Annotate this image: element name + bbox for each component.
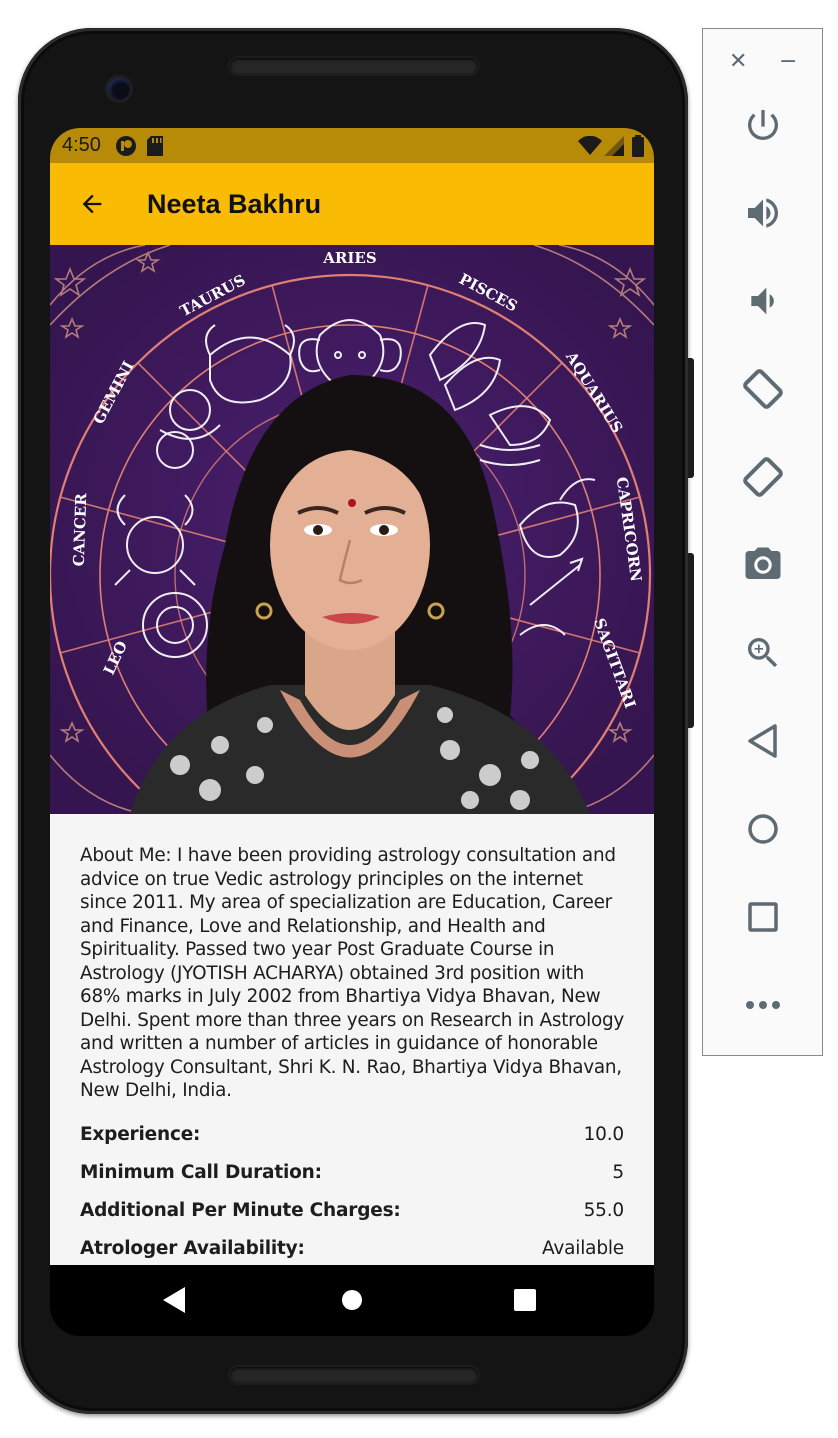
zodiac-label: CANCER	[70, 492, 91, 566]
bottom-speaker	[230, 1367, 478, 1383]
more-icon	[746, 1001, 780, 1009]
signal-icon	[604, 135, 624, 156]
home-icon	[748, 814, 778, 844]
wifi-icon	[578, 135, 602, 156]
front-camera	[108, 78, 130, 100]
top-speaker	[230, 58, 478, 74]
page-title: Neeta Bakhru	[147, 188, 322, 219]
power-icon	[748, 110, 778, 140]
screenshot-button[interactable]	[737, 539, 789, 591]
rotate-right-button[interactable]	[737, 451, 789, 503]
zoom-button[interactable]	[737, 627, 789, 679]
detail-value: 10.0	[583, 1124, 625, 1145]
detail-value: 5	[612, 1162, 624, 1183]
camera-icon	[745, 547, 781, 579]
home-circle-icon	[342, 1290, 362, 1310]
back-icon	[748, 724, 777, 758]
recents-square-icon	[514, 1289, 536, 1311]
detail-row-experience: Experience: 10.0	[80, 1116, 624, 1154]
detail-label: Atrologer Availability:	[80, 1238, 305, 1259]
back-triangle-icon	[163, 1287, 185, 1313]
phone-frame: 4:50 Neeta Bakhru ARIES PISCES AQUARIUS …	[18, 28, 694, 1414]
detail-value: 55.0	[583, 1200, 625, 1221]
zodiac-label: ARIES	[322, 249, 376, 267]
minimize-icon[interactable]: −	[779, 51, 797, 73]
detail-value: Available	[542, 1238, 624, 1259]
phone-screen: 4:50 Neeta Bakhru ARIES PISCES AQUARIUS …	[50, 128, 654, 1336]
overview-button[interactable]	[737, 891, 789, 943]
nav-recents-button[interactable]	[501, 1276, 549, 1324]
app-bar: Neeta Bakhru	[50, 163, 654, 245]
detail-row-charges: Additional Per Minute Charges: 55.0	[80, 1192, 624, 1230]
power-button[interactable]	[737, 99, 789, 151]
astrologer-photo: ARIES PISCES AQUARIUS CAPRICORN SAGITTAR…	[50, 245, 654, 814]
status-time: 4:50	[62, 134, 101, 156]
battery-icon	[632, 134, 644, 157]
side-button	[688, 358, 694, 478]
side-button	[688, 553, 694, 728]
home-button-toolbar[interactable]	[737, 803, 789, 855]
volume-up-icon	[748, 198, 778, 228]
close-icon[interactable]: ✕	[729, 51, 747, 73]
nav-home-button[interactable]	[328, 1276, 376, 1324]
profile-details: About Me: I have been providing astrolog…	[50, 814, 654, 1265]
rotate-left-button[interactable]	[737, 363, 789, 415]
volume-up-button[interactable]	[737, 187, 789, 239]
volume-down-icon	[751, 287, 774, 315]
status-bar: 4:50	[50, 128, 654, 163]
back-button-toolbar[interactable]	[737, 715, 789, 767]
back-button[interactable]	[70, 182, 114, 226]
nav-back-button[interactable]	[151, 1276, 199, 1324]
launcher-icon	[115, 135, 137, 157]
detail-label: Experience:	[80, 1124, 201, 1145]
detail-row-min-call: Minimum Call Duration: 5	[80, 1154, 624, 1192]
sd-card-icon	[146, 135, 163, 156]
zoom-icon	[748, 638, 778, 668]
emulator-toolbar: ✕ −	[702, 28, 823, 1056]
volume-down-button[interactable]	[737, 275, 789, 327]
detail-label: Minimum Call Duration:	[80, 1162, 322, 1183]
rotate-left-icon	[743, 369, 783, 409]
detail-label: Additional Per Minute Charges:	[80, 1200, 401, 1221]
about-text: About Me: I have been providing astrolog…	[80, 845, 625, 1101]
overview-icon	[748, 902, 778, 932]
system-nav-bar	[50, 1265, 654, 1336]
more-button[interactable]	[737, 979, 789, 1031]
detail-row-availability: Atrologer Availability: Available	[80, 1230, 624, 1266]
arrow-back-icon	[82, 194, 102, 214]
rotate-right-icon	[743, 457, 783, 497]
